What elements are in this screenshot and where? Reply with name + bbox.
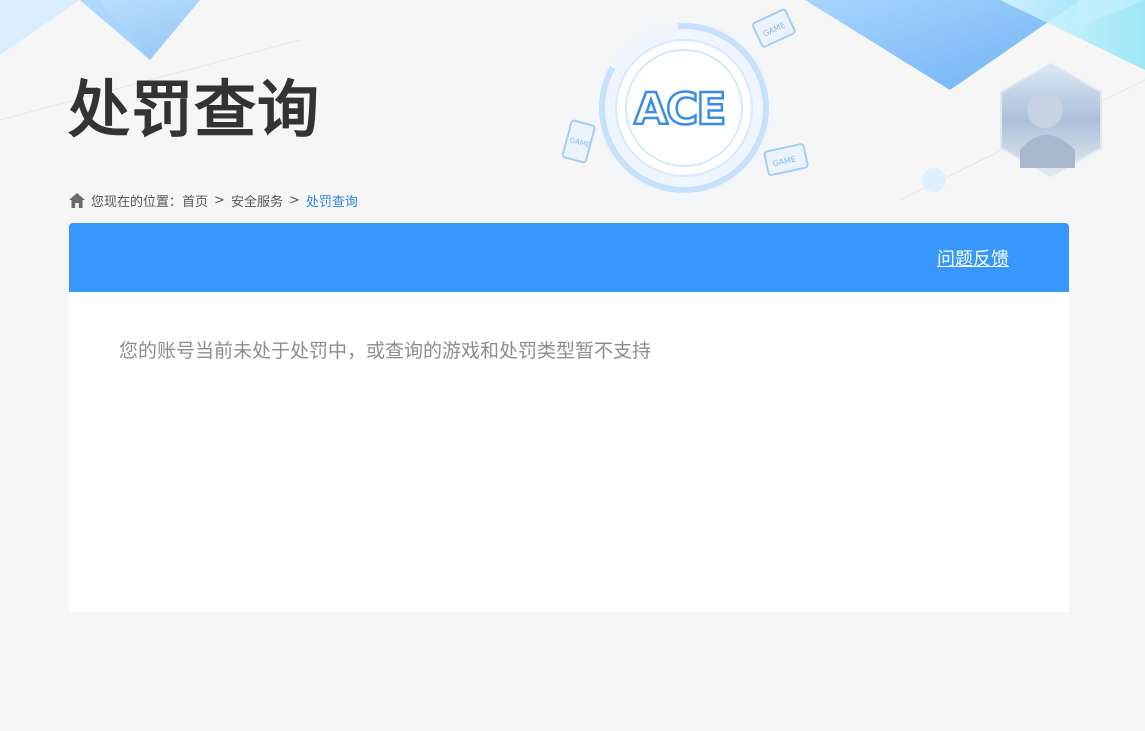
svg-text:ACE: ACE xyxy=(634,84,724,135)
status-message: 您的账号当前未处于处罚中，或查询的游戏和处罚类型暂不支持 xyxy=(119,340,652,362)
home-icon xyxy=(69,192,85,208)
page-title: 处罚查询 xyxy=(68,73,321,146)
ace-logo-icon: ACE xyxy=(633,83,728,137)
breadcrumb-prefix: 您现在的位置： xyxy=(91,194,183,210)
panel-body: 您的账号当前未处于处罚中，或查询的游戏和处罚类型暂不支持 xyxy=(69,292,1069,407)
breadcrumb-separator: > xyxy=(288,192,300,208)
breadcrumb-separator: > xyxy=(214,192,225,208)
result-panel: 问题反馈 您的账号当前未处于处罚中，或查询的游戏和处罚类型暂不支持 xyxy=(69,223,1069,612)
breadcrumb: 您现在的位置： 首页 > 安全服务 > 处罚查询 xyxy=(69,190,358,210)
panel-header: 问题反馈 xyxy=(69,223,1069,292)
header-banner: ACE GAME GAME GAME 处罚查询 您现在的位置： 首页 > 安全服… xyxy=(0,0,1145,230)
breadcrumb-item-security-service[interactable]: 安全服务 xyxy=(231,191,283,210)
breadcrumb-item-home[interactable]: 首页 xyxy=(182,191,208,210)
breadcrumb-item-current: 处罚查询 xyxy=(305,194,358,210)
feedback-link[interactable]: 问题反馈 xyxy=(937,245,1009,271)
